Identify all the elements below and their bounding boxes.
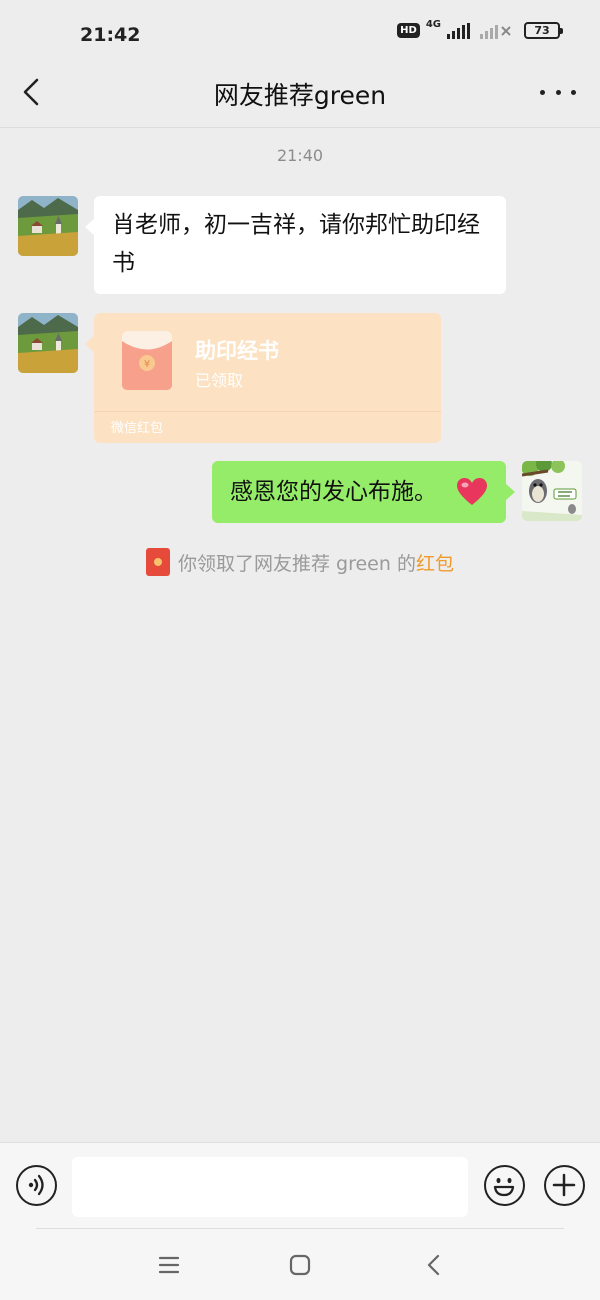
more-dot <box>540 89 545 95</box>
red-packet-card[interactable]: ¥ 助印经书 已领取 微信红包 <box>85 313 441 443</box>
more-functions-button[interactable] <box>544 1165 585 1206</box>
message-input[interactable] <box>72 1157 468 1217</box>
status-time: 21:42 <box>80 24 141 46</box>
emoji-button[interactable] <box>484 1165 525 1206</box>
heart-emoji-icon <box>457 478 487 505</box>
recent-apps-button[interactable] <box>153 1249 185 1281</box>
system-nav-bar <box>0 1229 600 1300</box>
landscape-avatar-image <box>18 196 78 256</box>
menu-icon <box>158 1256 180 1274</box>
plus-icon <box>552 1173 576 1197</box>
back-icon <box>427 1254 440 1276</box>
battery-icon: 73 <box>524 22 563 39</box>
red-packet-title: 助印经书 <box>195 339 279 363</box>
more-dot <box>571 89 576 95</box>
chat-header: 网友推荐green <box>0 56 600 128</box>
home-icon <box>289 1254 311 1276</box>
input-bar <box>0 1142 600 1230</box>
red-packet-small-icon <box>146 548 170 576</box>
cartoon-avatar-image <box>522 461 582 521</box>
svg-text:¥: ¥ <box>144 359 150 370</box>
system-message-text: 你领取了网友推荐 green 的红包 <box>178 549 454 576</box>
signal-strength-icon <box>447 22 470 39</box>
message-text: 肖老师，初一吉祥，请你邦忙助印经书 <box>112 212 480 276</box>
status-icons: HD 4G 73 <box>397 19 563 39</box>
system-message-prefix: 你领取了网友推荐 green 的 <box>178 552 416 575</box>
message-bubble-received[interactable]: 肖老师，初一吉祥，请你邦忙助印经书 <box>85 196 506 294</box>
home-button[interactable] <box>284 1249 316 1281</box>
no-signal-x-icon <box>501 25 511 36</box>
landscape-avatar-image <box>18 313 78 373</box>
red-packet-icon: ¥ <box>122 331 172 390</box>
message-text: 感恩您的发心布施。 <box>230 479 437 505</box>
hd-badge: HD <box>397 23 420 38</box>
system-back-button[interactable] <box>418 1249 450 1281</box>
contact-avatar[interactable] <box>18 313 78 373</box>
message-bubble-sent[interactable]: 感恩您的发心布施。 <box>212 461 515 523</box>
voice-icon <box>28 1174 44 1196</box>
emoji-icon <box>493 1177 515 1197</box>
chat-title: 网友推荐green <box>213 81 387 110</box>
battery-level: 73 <box>534 24 550 37</box>
red-packet-link[interactable]: 红包 <box>416 553 454 575</box>
system-message: 你领取了网友推荐 green 的红包 <box>0 548 600 576</box>
network-type-label: 4G <box>425 19 441 30</box>
more-options-button[interactable] <box>540 78 576 106</box>
red-packet-status: 已领取 <box>195 371 244 390</box>
user-avatar[interactable] <box>522 461 582 521</box>
red-packet-label: 微信红包 <box>111 421 164 436</box>
voice-input-button[interactable] <box>16 1165 57 1206</box>
contact-avatar[interactable] <box>18 196 78 256</box>
message-timestamp: 21:40 <box>276 146 324 165</box>
red-packet-divider <box>94 411 441 412</box>
signal-strength-secondary-icon <box>480 23 498 39</box>
more-dot <box>555 89 561 95</box>
